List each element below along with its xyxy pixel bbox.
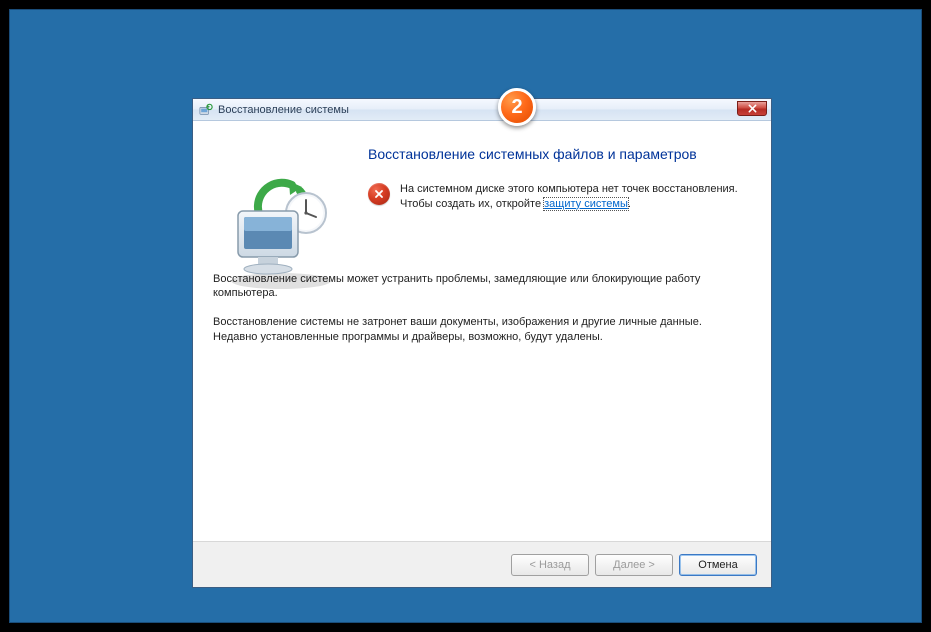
dialog-body: Восстановление системных файлов и параме… bbox=[193, 121, 771, 541]
wizard-content: Восстановление системных файлов и параме… bbox=[358, 121, 771, 541]
info-paragraph-2: Восстановление системы не затронет ваши … bbox=[213, 315, 733, 345]
system-protection-link[interactable]: защиту системы bbox=[544, 198, 628, 210]
error-message: На системном диске этого компьютера нет … bbox=[368, 182, 743, 212]
system-restore-dialog: Восстановление системы bbox=[192, 98, 772, 588]
step-number: 2 bbox=[511, 96, 522, 119]
step-number-badge: 2 bbox=[498, 88, 536, 126]
error-icon bbox=[368, 183, 390, 205]
system-restore-illustration-icon bbox=[216, 173, 346, 293]
error-text-after: . bbox=[628, 198, 631, 210]
next-button: Далее > bbox=[595, 554, 673, 576]
back-button: < Назад bbox=[511, 554, 589, 576]
titlebar[interactable]: Восстановление системы bbox=[193, 99, 771, 121]
page-heading: Восстановление системных файлов и параме… bbox=[368, 145, 743, 164]
dialog-footer: < Назад Далее > Отмена bbox=[193, 541, 771, 587]
error-text: На системном диске этого компьютера нет … bbox=[400, 182, 743, 212]
close-icon bbox=[748, 104, 757, 113]
close-button[interactable] bbox=[737, 101, 767, 116]
app-icon bbox=[199, 103, 213, 117]
cancel-button[interactable]: Отмена bbox=[679, 554, 757, 576]
window-title: Восстановление системы bbox=[218, 104, 349, 116]
